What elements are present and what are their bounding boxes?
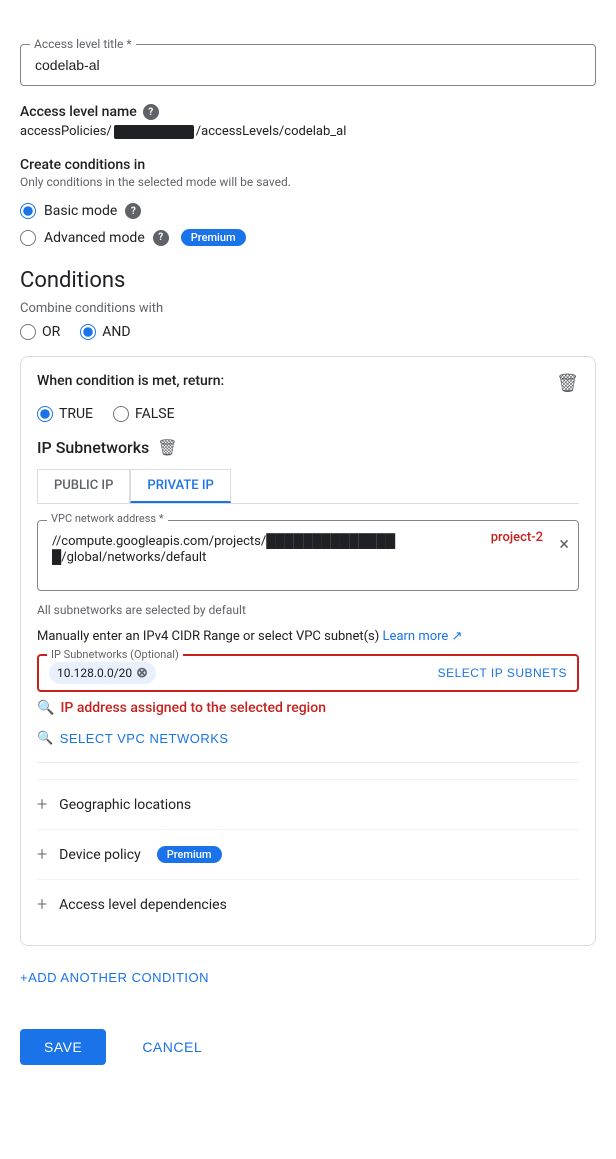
- cancel-button[interactable]: CANCEL: [118, 1029, 226, 1065]
- true-radio[interactable]: [37, 406, 53, 422]
- geographic-locations-row[interactable]: + Geographic locations: [37, 779, 579, 829]
- chip-remove-button[interactable]: ⊗: [136, 665, 148, 681]
- device-policy-row[interactable]: + Device policy Premium: [37, 829, 579, 879]
- select-vpc-networks-button[interactable]: 🔍 SELECT VPC NETWORKS: [37, 730, 229, 746]
- advanced-mode-row: Advanced mode ? Premium: [20, 229, 596, 246]
- conditions-title: Conditions: [20, 268, 596, 293]
- or-radio-row: OR: [20, 324, 60, 340]
- device-policy-premium-badge: Premium: [157, 846, 222, 863]
- ip-subnetworks-title: IP Subnetworks: [37, 438, 149, 457]
- true-label: TRUE: [59, 406, 93, 422]
- advanced-mode-help-icon[interactable]: ?: [153, 230, 169, 246]
- access-level-dependencies-expand-icon: +: [37, 894, 47, 915]
- advanced-mode-radio[interactable]: [20, 230, 36, 246]
- access-level-name-label: Access level name: [20, 104, 137, 120]
- combine-label: Combine conditions with: [20, 301, 596, 316]
- access-level-name-value: accessPolicies//accessLevels/codelab_al: [20, 124, 596, 139]
- vpc-hint: All subnetworks are selected by default: [37, 603, 579, 617]
- redacted-value: [114, 125, 194, 139]
- basic-mode-label: Basic mode: [44, 203, 117, 219]
- device-policy-label: Device policy: [59, 847, 141, 863]
- warning-text: 🔍 IP address assigned to the selected re…: [37, 700, 579, 716]
- access-level-dependencies-row[interactable]: + Access level dependencies: [37, 879, 579, 929]
- warning-icon: 🔍: [37, 700, 54, 716]
- access-level-name-help-icon[interactable]: ?: [143, 104, 159, 120]
- condition-card: When condition is met, return: 🗑 TRUE FA…: [20, 356, 596, 946]
- device-policy-expand-icon: +: [37, 844, 47, 865]
- false-radio-row: FALSE: [113, 406, 175, 422]
- ip-subnetworks-tabs: PUBLIC IP PRIVATE IP: [37, 469, 579, 504]
- geographic-locations-expand-icon: +: [37, 794, 47, 815]
- true-radio-row: TRUE: [37, 406, 93, 422]
- tab-public-ip[interactable]: PUBLIC IP: [37, 469, 130, 503]
- geographic-locations-label: Geographic locations: [59, 797, 191, 813]
- delete-ip-subnetworks-icon[interactable]: 🗑: [157, 438, 177, 457]
- vpc-field-container: VPC network address * //compute.googleap…: [37, 520, 579, 595]
- save-button[interactable]: SAVE: [20, 1029, 106, 1065]
- access-level-title-label: Access level title *: [30, 37, 136, 51]
- select-vpc-icon: 🔍: [37, 730, 54, 746]
- delete-condition-icon[interactable]: 🗑: [556, 373, 579, 394]
- ip-chip-value: 10.128.0.0/20: [57, 666, 132, 680]
- cidr-row: Manually enter an IPv4 CIDR Range or sel…: [37, 629, 579, 644]
- select-ip-subnets-button[interactable]: SELECT IP SUBNETS: [438, 666, 567, 680]
- vpc-field-label: VPC network address *: [47, 512, 168, 525]
- tab-private-ip[interactable]: PRIVATE IP: [130, 469, 230, 503]
- ip-subnets-label: IP Subnetworks (Optional): [47, 648, 183, 661]
- select-vpc-label: SELECT VPC NETWORKS: [60, 731, 229, 746]
- false-label: FALSE: [135, 406, 175, 422]
- basic-mode-radio[interactable]: [20, 203, 36, 219]
- learn-more-link[interactable]: Learn more ↗: [383, 629, 463, 644]
- advanced-mode-label: Advanced mode: [44, 230, 145, 246]
- and-radio[interactable]: [80, 324, 96, 340]
- or-label: OR: [42, 324, 60, 340]
- divider-1: [37, 762, 579, 763]
- create-conditions-sublabel: Only conditions in the selected mode wil…: [20, 175, 596, 189]
- project-label: project-2: [491, 530, 543, 545]
- or-radio[interactable]: [20, 324, 36, 340]
- and-radio-row: AND: [80, 324, 130, 340]
- conditions-section: Conditions Combine conditions with OR AN…: [20, 268, 596, 1013]
- advanced-mode-premium-badge: Premium: [181, 229, 246, 246]
- vpc-clear-button[interactable]: ×: [559, 534, 569, 555]
- and-label: AND: [102, 324, 130, 340]
- add-another-condition-button[interactable]: +ADD ANOTHER CONDITION: [20, 962, 209, 993]
- create-conditions-label: Create conditions in: [20, 157, 596, 173]
- false-radio[interactable]: [113, 406, 129, 422]
- basic-mode-row: Basic mode ?: [20, 203, 596, 219]
- condition-return-label: When condition is met, return:: [37, 373, 224, 389]
- warning-message: IP address assigned to the selected regi…: [60, 700, 326, 716]
- basic-mode-help-icon[interactable]: ?: [125, 203, 141, 219]
- action-buttons: SAVE CANCEL: [20, 1013, 596, 1081]
- access-level-dependencies-label: Access level dependencies: [59, 897, 227, 913]
- ip-subnets-container: IP Subnetworks (Optional) 10.128.0.0/20 …: [37, 654, 579, 692]
- ip-chip: 10.128.0.0/20 ⊗: [49, 662, 156, 684]
